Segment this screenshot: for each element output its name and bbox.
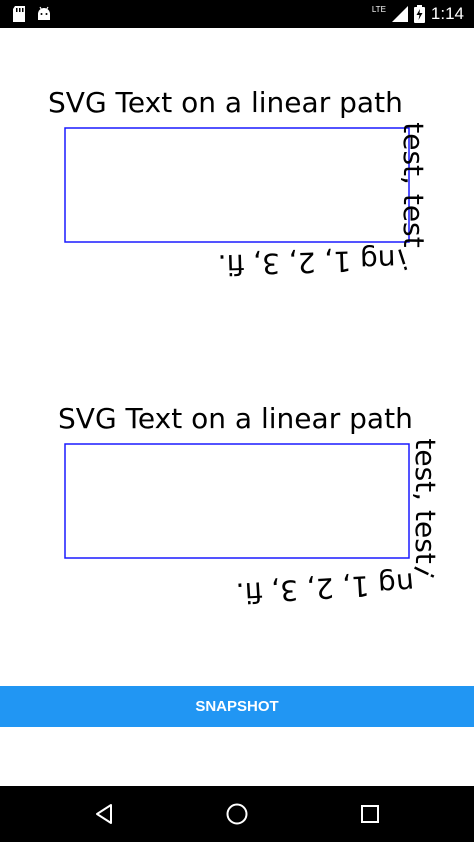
text-on-path-demo-1: SVG Text on a linear path test, testing …	[48, 86, 430, 281]
nav-bar	[0, 786, 474, 842]
outline-rect-1	[64, 127, 410, 243]
back-icon	[96, 804, 112, 824]
path-text-1: SVG Text on a linear path test, testing …	[48, 86, 430, 281]
outline-rect-2	[64, 443, 410, 559]
battery-charging-icon	[413, 5, 425, 23]
android-icon	[38, 6, 50, 20]
signal-icon	[391, 6, 408, 22]
clock: 1:14	[430, 4, 464, 23]
app-content: SVG Text on a linear path test, testing …	[0, 28, 474, 786]
path-text-2: SVG Text on a linear path test, testing …	[58, 402, 442, 610]
snapshot-button[interactable]: SNAPSHOT	[0, 686, 474, 727]
back-button[interactable]	[74, 786, 134, 842]
recents-button[interactable]	[340, 786, 400, 842]
sd-card-icon	[13, 6, 25, 22]
status-bar: LTE 1:14	[0, 0, 474, 28]
network-type: LTE	[371, 4, 386, 14]
home-icon	[226, 803, 248, 825]
path-text-1-content: SVG Text on a linear path test, testing …	[48, 86, 430, 281]
path-text-2-content: SVG Text on a linear path test, testing …	[58, 402, 442, 610]
home-button[interactable]	[207, 786, 267, 842]
text-on-path-demo-2: SVG Text on a linear path test, testing …	[58, 402, 442, 610]
recents-icon	[361, 805, 379, 823]
